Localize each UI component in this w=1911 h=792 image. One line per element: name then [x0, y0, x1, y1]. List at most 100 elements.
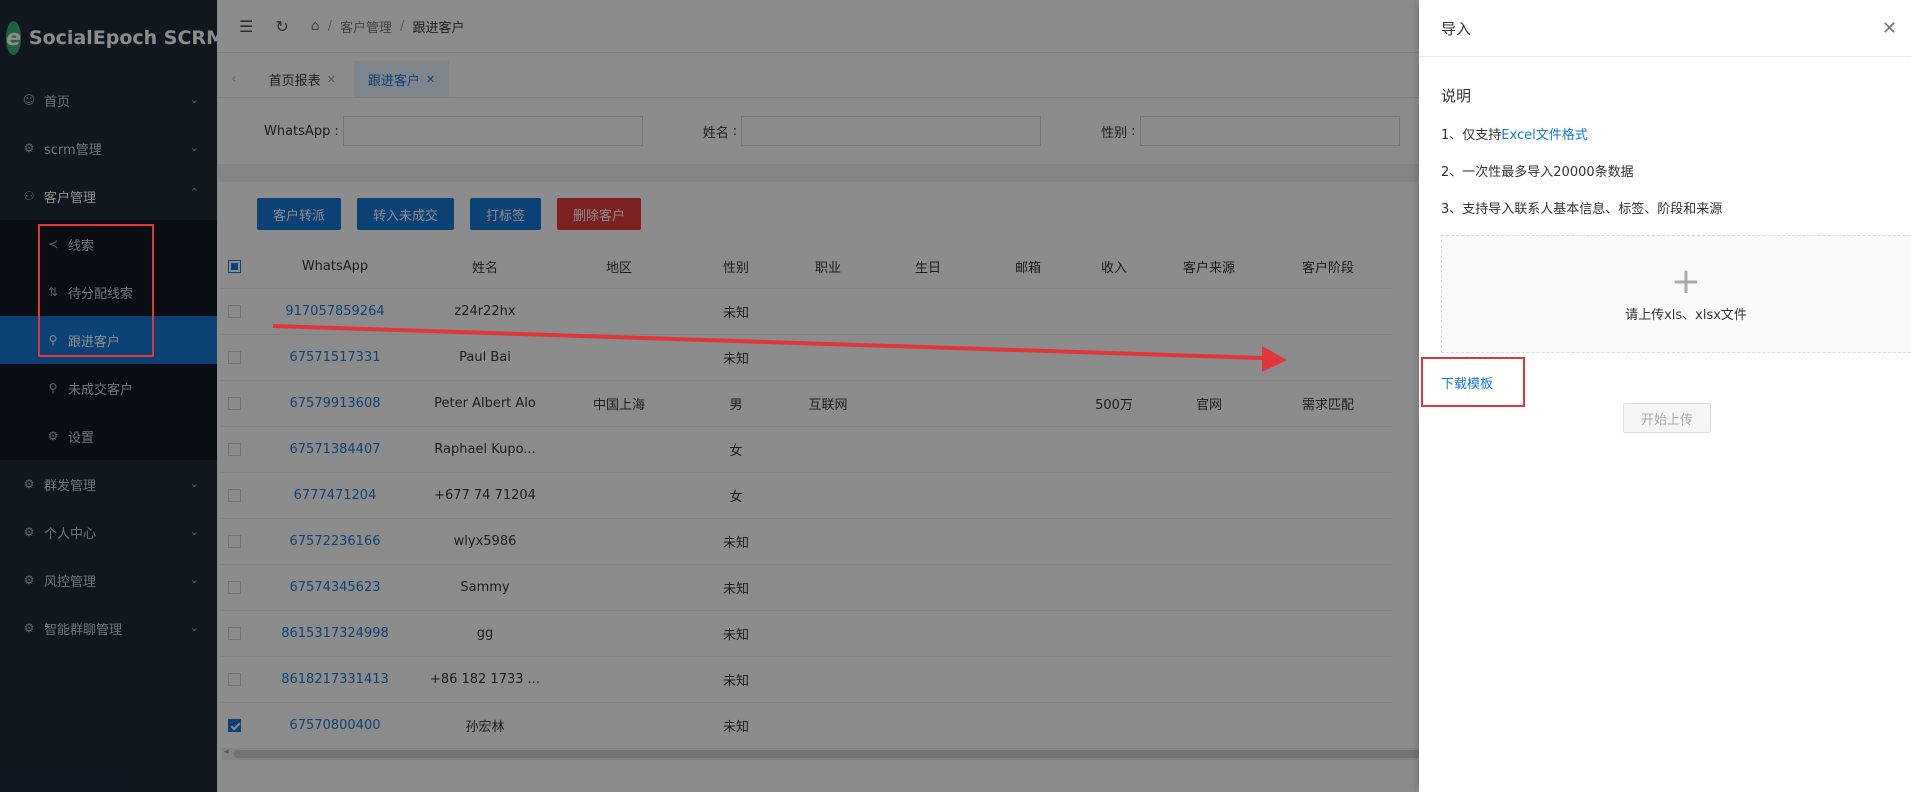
table-row[interactable]: 67572236166 wlyx5986 未知 — [220, 518, 1392, 565]
download-template-link[interactable]: 下载模板 — [1441, 373, 1493, 392]
tag-button[interactable]: 打标签 — [470, 198, 542, 230]
gender-select[interactable] — [1139, 116, 1400, 146]
close-icon[interactable]: ✕ — [426, 73, 435, 86]
whatsapp-link-text[interactable]: 8618217331413 — [281, 672, 389, 687]
column-header[interactable]: 客户阶段 — [1264, 244, 1392, 289]
row-checkbox[interactable] — [227, 305, 241, 318]
row-checkbox[interactable] — [227, 535, 241, 548]
checkbox-cell — [220, 472, 248, 519]
whatsapp-link-text[interactable]: 67570800400 — [290, 718, 381, 733]
sidebar-item-scrm[interactable]: ⚙ scrm管理 ⌄ — [0, 124, 217, 172]
move-to-unclosed-button[interactable]: 转入未成交 — [357, 198, 455, 230]
column-header[interactable]: 邮箱 — [982, 244, 1074, 289]
sidebar-item-followup-customers[interactable]: ⚲ 跟进客户 — [0, 316, 217, 364]
sidebar-item-settings[interactable]: ⚙ 设置 — [0, 412, 217, 460]
name-cell: Peter Albert Alo — [422, 380, 548, 427]
whatsapp-link-text[interactable]: 6777471204 — [294, 488, 377, 503]
gender-cell-text: 未知 — [722, 720, 749, 735]
row-checkbox[interactable] — [227, 581, 241, 594]
breadcrumb-separator: / — [327, 18, 333, 34]
birthday-cell — [874, 702, 982, 749]
sidebar-item-risk[interactable]: ⚙ 风控管理 ⌄ — [0, 556, 217, 604]
swap-icon: ⇅ — [47, 285, 59, 299]
file-upload-area[interactable]: + 请上传xls、xlsx文件 — [1441, 235, 1911, 353]
sidebar-item-unclosed-customers[interactable]: ⚲ 未成交客户 — [0, 364, 217, 412]
column-header[interactable]: 生日 — [874, 244, 982, 289]
name-cell-text: Sammy — [460, 580, 510, 595]
horizontal-scrollbar[interactable]: ◂ — [222, 747, 1424, 760]
download-template-highlight: 下载模板 — [1421, 357, 1525, 407]
checkbox-cell — [220, 702, 248, 749]
whatsapp-link-text[interactable]: 67571517331 — [290, 350, 381, 365]
tab-followup-customers[interactable]: 跟进客户 ✕ — [353, 61, 450, 97]
refresh-icon[interactable]: ↻ — [275, 17, 288, 36]
breadcrumb-item[interactable]: 客户管理 — [340, 17, 392, 36]
region-cell — [548, 288, 690, 335]
excel-format-link[interactable]: Excel文件格式 — [1501, 128, 1587, 143]
chevron-left-icon[interactable]: ‹ — [231, 61, 237, 97]
table-row[interactable]: 67579913608 Peter Albert Alo 中国上海 男 互联网 500万 官… — [220, 380, 1392, 427]
whatsapp-link-text[interactable]: 8615317324998 — [281, 626, 389, 641]
row-checkbox[interactable] — [227, 443, 241, 456]
row-checkbox[interactable] — [227, 397, 241, 410]
menu-fold-icon[interactable]: ☰ — [239, 17, 253, 36]
name-input[interactable] — [741, 116, 1042, 146]
close-icon[interactable]: ✕ — [1882, 18, 1897, 39]
checkbox-cell — [220, 380, 248, 427]
name-cell-text: 孙宏林 — [465, 720, 505, 735]
table-row[interactable]: 67574345623 Sammy 未知 — [220, 564, 1392, 611]
table-row[interactable]: 67571517331 Paul Bai 未知 — [220, 334, 1392, 381]
whatsapp-link-text[interactable]: 67572236166 — [290, 534, 381, 549]
birthday-cell — [874, 518, 982, 565]
row-checkbox[interactable] — [227, 719, 241, 732]
sidebar-item-leads[interactable]: ≺ 线索 — [0, 220, 217, 268]
table-row[interactable]: 67570800400 孙宏林 未知 — [220, 702, 1392, 749]
start-upload-button[interactable]: 开始上传 — [1623, 403, 1711, 433]
delete-customer-button[interactable]: 删除客户 — [557, 198, 642, 230]
transfer-customer-button[interactable]: 客户转派 — [257, 198, 342, 230]
sidebar-item-smart-group[interactable]: ⚙ 智能群聊管理 ⌄ — [0, 604, 217, 652]
whatsapp-input[interactable] — [342, 116, 643, 146]
whatsapp-link-text[interactable]: 917057859264 — [285, 304, 384, 319]
whatsapp-link-text[interactable]: 67571384407 — [290, 442, 381, 457]
table-row[interactable]: 67571384407 Raphael Kupo... 女 — [220, 426, 1392, 473]
row-checkbox[interactable] — [227, 627, 241, 640]
select-all-checkbox[interactable] — [227, 259, 241, 273]
column-header[interactable]: 职业 — [782, 244, 874, 289]
tab-home-report[interactable]: 首页报表 ✕ — [255, 61, 350, 97]
sidebar-item-customers[interactable]: ⚇ 客户管理 ⌃ — [0, 172, 217, 220]
gear-icon: ⚙ — [23, 573, 35, 587]
row-checkbox[interactable] — [227, 351, 241, 364]
home-icon[interactable]: ⌂ — [311, 18, 320, 34]
row-checkbox[interactable] — [227, 489, 241, 502]
column-header[interactable]: 地区 — [548, 244, 690, 289]
column-header[interactable]: WhatsApp — [248, 244, 422, 289]
sidebar-item-unassigned-leads[interactable]: ⇅ 待分配线索 — [0, 268, 217, 316]
brand-logo[interactable]: e SocialEpoch SCRM — [0, 0, 225, 76]
filter-whatsapp: WhatsApp: — [264, 116, 643, 146]
sidebar-item-home[interactable]: ☺ 首页 ⌄ — [0, 76, 217, 124]
scrollbar-thumb[interactable] — [234, 750, 1424, 758]
column-header[interactable]: 姓名 — [422, 244, 548, 289]
sidebar-item-broadcast[interactable]: ⚙ 群发管理 ⌄ — [0, 460, 217, 508]
whatsapp-link-text[interactable]: 67574345623 — [290, 580, 381, 595]
name-cell-text: z24r22hx — [454, 304, 516, 319]
column-header[interactable]: 收入 — [1074, 244, 1154, 289]
column-header[interactable]: 客户来源 — [1154, 244, 1264, 289]
close-icon[interactable]: ✕ — [327, 73, 336, 86]
gender-cell-text: 女 — [729, 444, 743, 459]
table-row[interactable]: 917057859264 z24r22hx 未知 — [220, 288, 1392, 335]
table-row[interactable]: 6777471204 +677 74 71204 女 — [220, 472, 1392, 519]
row-checkbox[interactable] — [227, 673, 241, 686]
gender-cell: 女 — [690, 426, 782, 473]
table-row[interactable]: 8618217331413 +86 182 1733 ... 未知 — [220, 656, 1392, 703]
sidebar-item-profile[interactable]: ⚙ 个人中心 ⌄ — [0, 508, 217, 556]
column-header[interactable]: 性别 — [690, 244, 782, 289]
income-cell — [1074, 288, 1154, 335]
name-cell: z24r22hx — [422, 288, 548, 335]
whatsapp-link-text[interactable]: 67579913608 — [290, 396, 381, 411]
scroll-left-icon[interactable]: ◂ — [224, 747, 229, 757]
stage-cell — [1264, 518, 1392, 565]
table-row[interactable]: 8615317324998 gg 未知 — [220, 610, 1392, 657]
name-cell-text: Paul Bai — [459, 350, 511, 365]
